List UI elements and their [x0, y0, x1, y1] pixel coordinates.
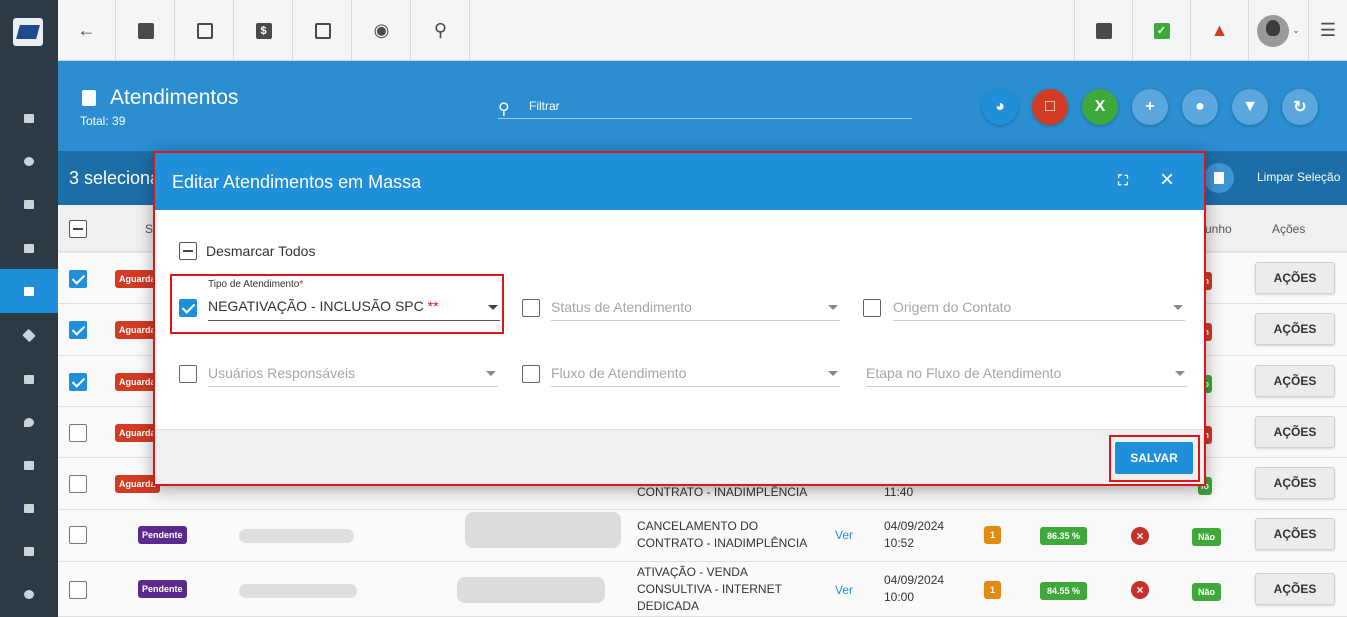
dropdown-arrow-icon	[488, 305, 498, 310]
origem-placeholder: Origem do Contato	[893, 299, 1012, 315]
dropdown-arrow-icon	[1173, 305, 1183, 310]
tipo-value: NEGATIVAÇÃO - INCLUSÃO SPC **	[208, 298, 439, 314]
bulk-edit-modal: Editar Atendimentos em Massa ⛶ × Desmarc…	[153, 151, 1206, 486]
modal-body: Desmarcar Todos Tipo de Atendimento* NEG…	[155, 210, 1204, 429]
status-checkbox[interactable]	[522, 299, 540, 317]
tipo-value-text: NEGATIVAÇÃO - INCLUSÃO SPC	[208, 298, 424, 314]
tipo-atendimento-select[interactable]: Tipo de Atendimento* NEGATIVAÇÃO - INCLU…	[208, 279, 500, 321]
dropdown-arrow-icon	[486, 371, 496, 376]
app: ← $ ◉ ⚲ ✓ ▲ ⌄ ☰ Atendimentos Total: 39 ⚲…	[0, 0, 1347, 617]
modal-title: Editar Atendimentos em Massa	[172, 172, 422, 192]
unselect-all-checkbox[interactable]	[179, 242, 197, 260]
expand-icon: ⛶	[1118, 171, 1128, 188]
close-icon: ×	[1160, 166, 1175, 193]
dropdown-arrow-icon	[828, 305, 838, 310]
tipo-label: Tipo de Atendimento*	[208, 279, 303, 290]
status-atendimento-select[interactable]: Status de Atendimento	[551, 293, 840, 321]
dropdown-arrow-icon	[1175, 371, 1185, 376]
usuarios-responsaveis-select[interactable]: Usuários Responsáveis	[208, 359, 498, 387]
tipo-checkbox[interactable]	[179, 299, 197, 317]
close-button[interactable]: ×	[1160, 168, 1174, 192]
etapa-placeholder: Etapa no Fluxo de Atendimento	[866, 365, 1062, 381]
fullscreen-button[interactable]: ⛶	[1115, 172, 1131, 188]
tipo-label-text: Tipo de Atendimento	[208, 279, 300, 290]
usuarios-placeholder: Usuários Responsáveis	[208, 365, 356, 381]
status-placeholder: Status de Atendimento	[551, 299, 692, 315]
modal-header: Editar Atendimentos em Massa ⛶ ×	[155, 153, 1204, 210]
fluxo-checkbox[interactable]	[522, 365, 540, 383]
required-mark: *	[299, 279, 304, 290]
origem-checkbox[interactable]	[863, 299, 881, 317]
usuarios-checkbox[interactable]	[179, 365, 197, 383]
fluxo-placeholder: Fluxo de Atendimento	[551, 365, 687, 381]
etapa-fluxo-select[interactable]: Etapa no Fluxo de Atendimento	[866, 359, 1187, 387]
origem-contato-select[interactable]: Origem do Contato	[893, 293, 1185, 321]
fluxo-atendimento-select[interactable]: Fluxo de Atendimento	[551, 359, 840, 387]
unselect-all-label[interactable]: Desmarcar Todos	[206, 243, 315, 259]
required-mark: **	[427, 298, 439, 314]
dropdown-arrow-icon	[828, 371, 838, 376]
save-button[interactable]: SALVAR	[1115, 442, 1193, 474]
modal-footer: SALVAR	[155, 429, 1204, 484]
